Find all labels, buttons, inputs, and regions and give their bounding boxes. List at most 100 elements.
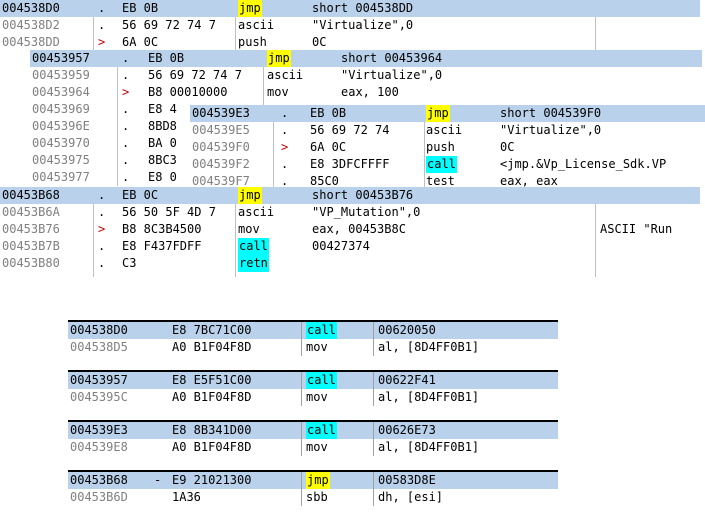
column-divider [301,422,302,439]
jump-marker: . [122,102,130,116]
operand-cell: 00626E73 [378,423,436,437]
mnemonic-cell: jmp [426,105,450,122]
disasm-row[interactable]: 004539F0 >6A 0C push 0C [190,139,705,156]
mnemonic-cell: mov [306,340,328,354]
operand-cell: "Virtualize",0 [341,68,443,82]
address-cell: 00453970 [32,136,90,150]
listing-row[interactable]: 00453B68 - E9 21021300 jmp 00583D8E [68,472,558,489]
mnemonic-cell: call [306,372,337,389]
disasm-row[interactable]: 00453B76 > B8 8C3B4500 mov eax, 00453B8C ASCI… [0,221,700,238]
jump-marker: > [122,85,130,99]
mnemonic-cell: push [238,35,267,49]
disasm-row[interactable]: 004538DD >6A 0C push 0C [0,34,700,50]
patched-listing: 004538D0 E8 7BC71C00 call 00620050 004538D5 A… [68,320,558,520]
disasm-row[interactable]: 00453B68. EB 0C jmp short 00453B76 [0,187,700,204]
jump-marker: > [281,140,289,154]
operand-cell: short 00453964 [341,51,443,65]
jump-marker: . [122,153,130,167]
mnemonic-cell: call [306,322,337,339]
address-cell: 00453B6D [70,490,128,504]
mnemonic-cell: push [426,140,455,154]
operand-cell: eax, 00453B8C [312,222,406,236]
jump-marker: . [122,51,130,65]
hex-bytes-cell: 56 69 72 74 7 [148,68,242,82]
address-cell: 004539F0 [192,140,250,154]
disasm-panel-1[interactable]: 004538D0. EB 0B jmp short 004538DD 004538D2.… [0,0,700,50]
operand-cell: 00620050 [378,323,436,337]
listing-row[interactable]: 00453957 E8 E5F51C00 call 00622F41 [68,372,558,389]
operand-cell: 00622F41 [378,373,436,387]
hex-bytes-cell: B8 8C3B4500 [122,222,202,236]
hex-bytes-cell: E8 F437FDFF [122,239,202,253]
column-divider [373,389,374,406]
jump-marker: > [98,35,106,49]
hex-bytes-cell: 8BD8 [148,119,177,133]
mnemonic-cell: ascii [426,123,463,137]
disasm-row[interactable]: 004539E3. EB 0B jmp short 004539F0 [190,105,705,122]
disasm-row[interactable]: 00453959. 56 69 72 74 7 ascii "Virtualize",… [30,67,702,84]
listing-row[interactable]: 0045395C A0 B1F04F8D mov al, [8D4FF0B1] [68,389,558,406]
hex-bytes-cell: 56 69 72 74 7 [122,18,216,32]
jump-marker: . [281,157,289,171]
hex-bytes-cell: E8 E5F51C00 [172,373,252,387]
hex-bytes-cell: 56 50 5F 4D 7 [122,205,216,219]
address-cell: 0045395C [70,390,128,404]
mnemonic-cell: jmp [238,0,262,17]
hex-bytes-cell: E8 7BC71C00 [172,323,252,337]
disasm-row[interactable]: 00453957. EB 0B jmp short 00453964 [30,50,702,67]
hex-bytes-cell: EB 0B [310,106,347,120]
column-divider [301,322,302,339]
disasm-row[interactable]: 004539F2. E8 3DFCFFFF call <jmp.&Vp_License… [190,156,705,173]
address-cell: 004538D0 [2,1,60,15]
mnemonic-cell: jmp [267,50,291,67]
disasm-row[interactable]: 004539E5. 56 69 72 74 ascii "Virtualize",0 [190,122,705,139]
listing-row[interactable]: 00453B6D 1A36 sbb dh, [esi] [68,489,558,506]
jump-marker: . [122,68,130,82]
operand-cell: al, [8D4FF0B1] [378,340,480,354]
address-cell: 004539E3 [70,423,128,437]
listing-row[interactable]: 004539E8 A0 B1F04F8D mov al, [8D4FF0B1] [68,439,558,456]
operand-cell: short 00453B76 [312,188,414,202]
listing-row[interactable]: 004539E3 E8 8B341D00 call 00626E73 [68,422,558,439]
operand-cell: dh, [esi] [378,490,444,504]
disasm-row[interactable]: 00453B7B. E8 F437FDFF call 00427374 [0,238,700,255]
hex-bytes-cell: 56 69 72 74 [310,123,390,137]
disasm-row[interactable]: 004538D0. EB 0B jmp short 004538DD [0,0,700,17]
hex-bytes-cell: EB 0B [148,51,185,65]
mnemonic-cell: mov [306,440,328,454]
mnemonic-cell: jmp [238,187,262,204]
column-divider [301,472,302,489]
jump-marker: . [98,239,106,253]
operand-cell: 0C [500,140,515,154]
jump-marker: . [281,106,289,120]
address-cell: 00453969 [32,102,90,116]
disasm-row[interactable]: 00453964 > B8 00010000 mov eax, 100 [30,84,702,101]
hex-bytes-cell: BA 0 [148,136,177,150]
operand-cell: short 004538DD [312,1,414,15]
jump-marker: - [154,473,162,487]
jump-marker: . [122,136,130,150]
mnemonic-cell: call [426,156,457,173]
disasm-row[interactable]: 004538D2. 56 69 72 74 7 ascii "Virtualize",… [0,17,700,34]
hex-bytes-cell: E8 0 [148,170,177,184]
disasm-panel-3[interactable]: 004539E3. EB 0B jmp short 004539F0 004539E5.… [190,105,705,190]
address-cell: 00453957 [70,373,128,387]
listing-row[interactable]: 004538D0 E8 7BC71C00 call 00620050 [68,322,558,339]
disasm-row[interactable]: 00453B6A. 56 50 5F 4D 7 ascii "VP_Mutation"… [0,204,700,221]
mnemonic-cell: ascii [238,205,275,219]
comment-cell: ASCII "Run [600,222,673,236]
listing-row[interactable]: 004538D5 A0 B1F04F8D mov al, [8D4FF0B1] [68,339,558,356]
disasm-row[interactable]: 00453B80. C3 retn [0,255,700,272]
column-divider [301,339,302,356]
hex-bytes-cell: A0 B1F04F8D [172,390,252,404]
mnemonic-cell: ascii [238,18,275,32]
column-divider [373,422,374,439]
hex-bytes-cell: A0 B1F04F8D [172,340,252,354]
column-divider [373,489,374,506]
address-cell: 00453964 [32,85,90,99]
disasm-panel-4[interactable]: 00453B68. EB 0C jmp short 00453B76 00453B6A.… [0,187,700,277]
mnemonic-cell: mov [306,390,328,404]
address-cell: 00453977 [32,170,90,184]
address-cell: 004538D2 [2,18,60,32]
address-cell: 00453B6A [2,205,60,219]
